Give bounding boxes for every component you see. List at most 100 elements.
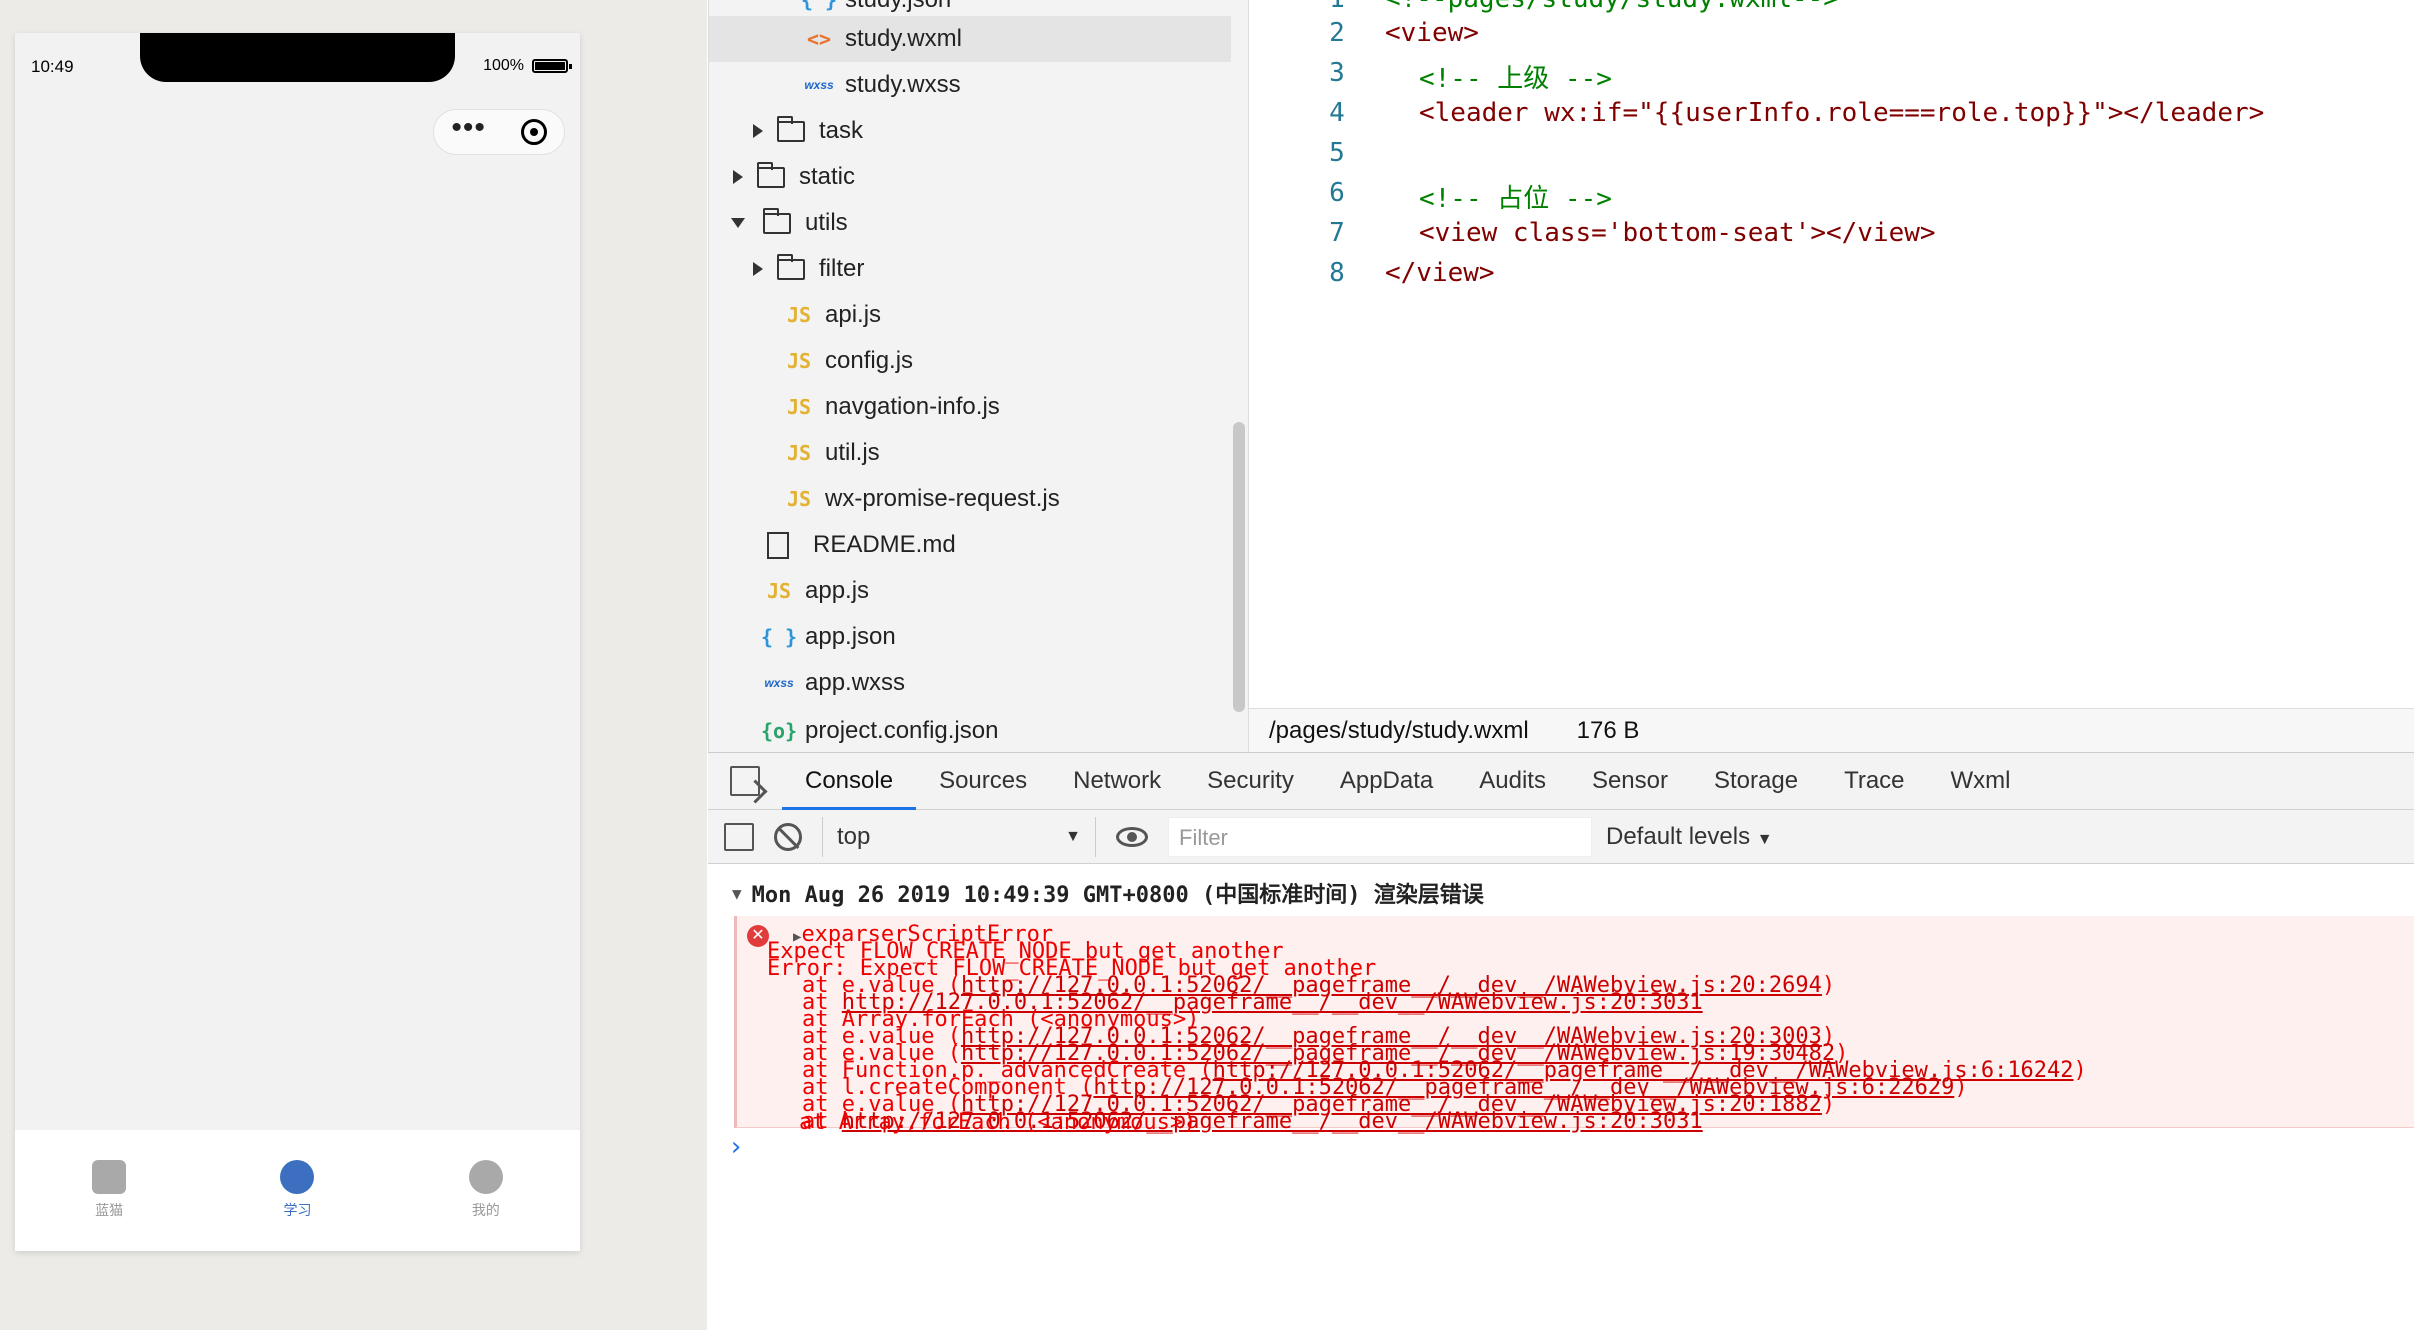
tree-item-wx-promise-request-js[interactable]: JS wx-promise-request.js	[779, 476, 1060, 522]
folder-open-icon	[763, 207, 791, 234]
file-path: /pages/study/study.wxml	[1269, 716, 1529, 744]
tree-item-static[interactable]: static	[733, 154, 855, 200]
wxss-file-icon: wxss	[764, 676, 794, 690]
tab-study[interactable]: 学习	[203, 1160, 391, 1251]
code-editor[interactable]: 1 <!--pages/study/study.wxml--> 2 <view>…	[1248, 0, 2414, 708]
close-mini-program-icon[interactable]	[520, 119, 547, 145]
tab-sources[interactable]: Sources	[916, 752, 1050, 810]
js-file-icon: JS	[786, 303, 812, 327]
line-number: 5	[1329, 138, 1345, 168]
phone-screen: 10:49 100% ••• 蓝猫 学习 我的	[15, 33, 580, 1251]
stack-suffix: )	[1821, 1092, 1836, 1117]
js-file-icon: JS	[786, 395, 812, 419]
code-line: <!--pages/study/study.wxml-->	[1385, 0, 1839, 14]
tab-security[interactable]: Security	[1184, 752, 1317, 810]
stack-suffix: )	[1954, 1075, 1968, 1100]
tv-icon	[92, 1160, 127, 1194]
tree-item-label: app.wxss	[805, 669, 906, 696]
expand-arrow-icon[interactable]	[753, 124, 763, 138]
clear-console-icon[interactable]	[774, 822, 802, 851]
battery-percent: 100%	[483, 57, 524, 74]
tree-item-label: app.js	[805, 577, 870, 604]
tree-item-study-wxml[interactable]: <> study.wxml	[709, 16, 1231, 62]
tree-item-label: app.json	[805, 623, 896, 650]
tab-sensor[interactable]: Sensor	[1569, 752, 1691, 810]
eye-icon[interactable]	[1116, 826, 1148, 847]
tab-storage[interactable]: Storage	[1691, 752, 1821, 810]
tree-item-utils[interactable]: utils	[731, 200, 848, 246]
console-group-header[interactable]: ▼ Mon Aug 26 2019 10:49:39 GMT+0800 (中国标…	[708, 878, 1484, 908]
expand-arrow-icon[interactable]	[733, 170, 743, 184]
js-file-icon: JS	[786, 441, 812, 465]
toggle-sidebar-icon[interactable]	[724, 822, 754, 851]
line-number: 6	[1329, 178, 1345, 208]
line-number: 7	[1329, 218, 1345, 248]
tab-lanmao[interactable]: 蓝猫	[15, 1160, 203, 1251]
console-toolbar: top ▼ Filter Default levels ▼	[708, 810, 2414, 864]
tree-item-filter[interactable]: filter	[753, 246, 864, 292]
console-prompt-icon[interactable]: ›	[728, 1132, 744, 1162]
tree-item-config-js[interactable]: JS config.js	[779, 338, 913, 384]
config-file-icon: {o}	[760, 719, 798, 743]
tab-bar: 蓝猫 学习 我的	[15, 1130, 580, 1251]
collapse-arrow-icon[interactable]	[731, 218, 745, 228]
line-number: 1	[1317, 0, 1357, 14]
tab-audits[interactable]: Audits	[1456, 752, 1569, 810]
collapse-arrow-icon[interactable]: ▼	[732, 884, 742, 903]
tree-item-project-config[interactable]: {o} project.config.json	[759, 708, 999, 754]
console-output[interactable]: ▼ Mon Aug 26 2019 10:49:39 GMT+0800 (中国标…	[708, 864, 2414, 1330]
tab-mine[interactable]: 我的	[392, 1160, 580, 1251]
context-select[interactable]: top ▼	[822, 816, 1096, 857]
line-number: 3	[1329, 58, 1345, 88]
status-time: 10:49	[31, 57, 74, 76]
tree-item-label: config.js	[825, 347, 914, 374]
tab-label: 蓝猫	[95, 1202, 124, 1218]
expand-arrow-icon[interactable]	[753, 262, 763, 276]
tab-trace[interactable]: Trace	[1821, 752, 1927, 810]
tree-item-study-wxss[interactable]: wxss study.wxss	[799, 62, 960, 108]
tree-item-label: util.js	[825, 439, 880, 466]
tree-item-label: static	[799, 163, 856, 190]
tree-item-label: wx-promise-request.js	[825, 485, 1060, 512]
devtools-tabbar: Console Sources Network Security AppData…	[708, 752, 2414, 810]
more-menu-icon[interactable]: •••	[451, 113, 486, 143]
tab-network[interactable]: Network	[1050, 752, 1184, 810]
folder-icon	[757, 161, 785, 188]
line-number: 4	[1329, 98, 1345, 128]
battery-icon	[532, 59, 572, 73]
js-file-icon: JS	[766, 579, 792, 603]
filter-input[interactable]: Filter	[1168, 816, 1592, 857]
document-icon	[767, 531, 789, 559]
code-line: <!-- 上级 -->	[1419, 64, 1612, 94]
file-tree-scrollbar[interactable]	[1233, 422, 1245, 712]
editor-status-bar: /pages/study/study.wxml 176 B	[1248, 708, 2414, 752]
group-header-text: Mon Aug 26 2019 10:49:39 GMT+0800 (中国标准时…	[751, 883, 1484, 908]
tab-label: 学习	[283, 1202, 312, 1218]
tree-item-app-wxss[interactable]: wxss app.wxss	[759, 660, 905, 706]
tree-item-label: navgation-info.js	[825, 393, 1000, 420]
tab-wxml[interactable]: Wxml	[1928, 752, 2034, 810]
tree-item-app-js[interactable]: JS app.js	[759, 568, 869, 614]
tree-item-task[interactable]: task	[753, 108, 863, 154]
tree-item-label: study.wxml	[845, 25, 962, 52]
chevron-down-icon: ▼	[1756, 830, 1773, 848]
tree-item-readme[interactable]: README.md	[759, 522, 956, 568]
inspect-element-icon[interactable]	[730, 766, 760, 796]
wxss-file-icon: wxss	[804, 78, 834, 92]
tab-console[interactable]: Console	[782, 752, 917, 810]
levels-dropdown[interactable]: Default levels ▼	[1606, 823, 1773, 851]
tree-item-label: filter	[819, 255, 865, 282]
tree-item-navgation-info-js[interactable]: JS navgation-info.js	[779, 384, 1000, 430]
tree-item-util-js[interactable]: JS util.js	[779, 430, 880, 476]
tree-item-api-js[interactable]: JS api.js	[779, 292, 881, 338]
tree-item-label: study.json	[845, 0, 951, 14]
folder-icon	[777, 115, 805, 142]
context-value: top	[837, 822, 871, 850]
stack-prefix: at Array.forEach (<anonymous>)	[799, 1110, 1197, 1135]
tab-appdata[interactable]: AppData	[1317, 752, 1456, 810]
tree-item-app-json[interactable]: { } app.json	[759, 614, 896, 660]
stack-suffix: )	[2073, 1058, 2087, 1083]
stack-frame: at Array.forEach (<anonymous>)	[799, 1110, 1196, 1135]
tree-item-label: utils	[805, 209, 848, 236]
profile-icon	[468, 1160, 503, 1194]
